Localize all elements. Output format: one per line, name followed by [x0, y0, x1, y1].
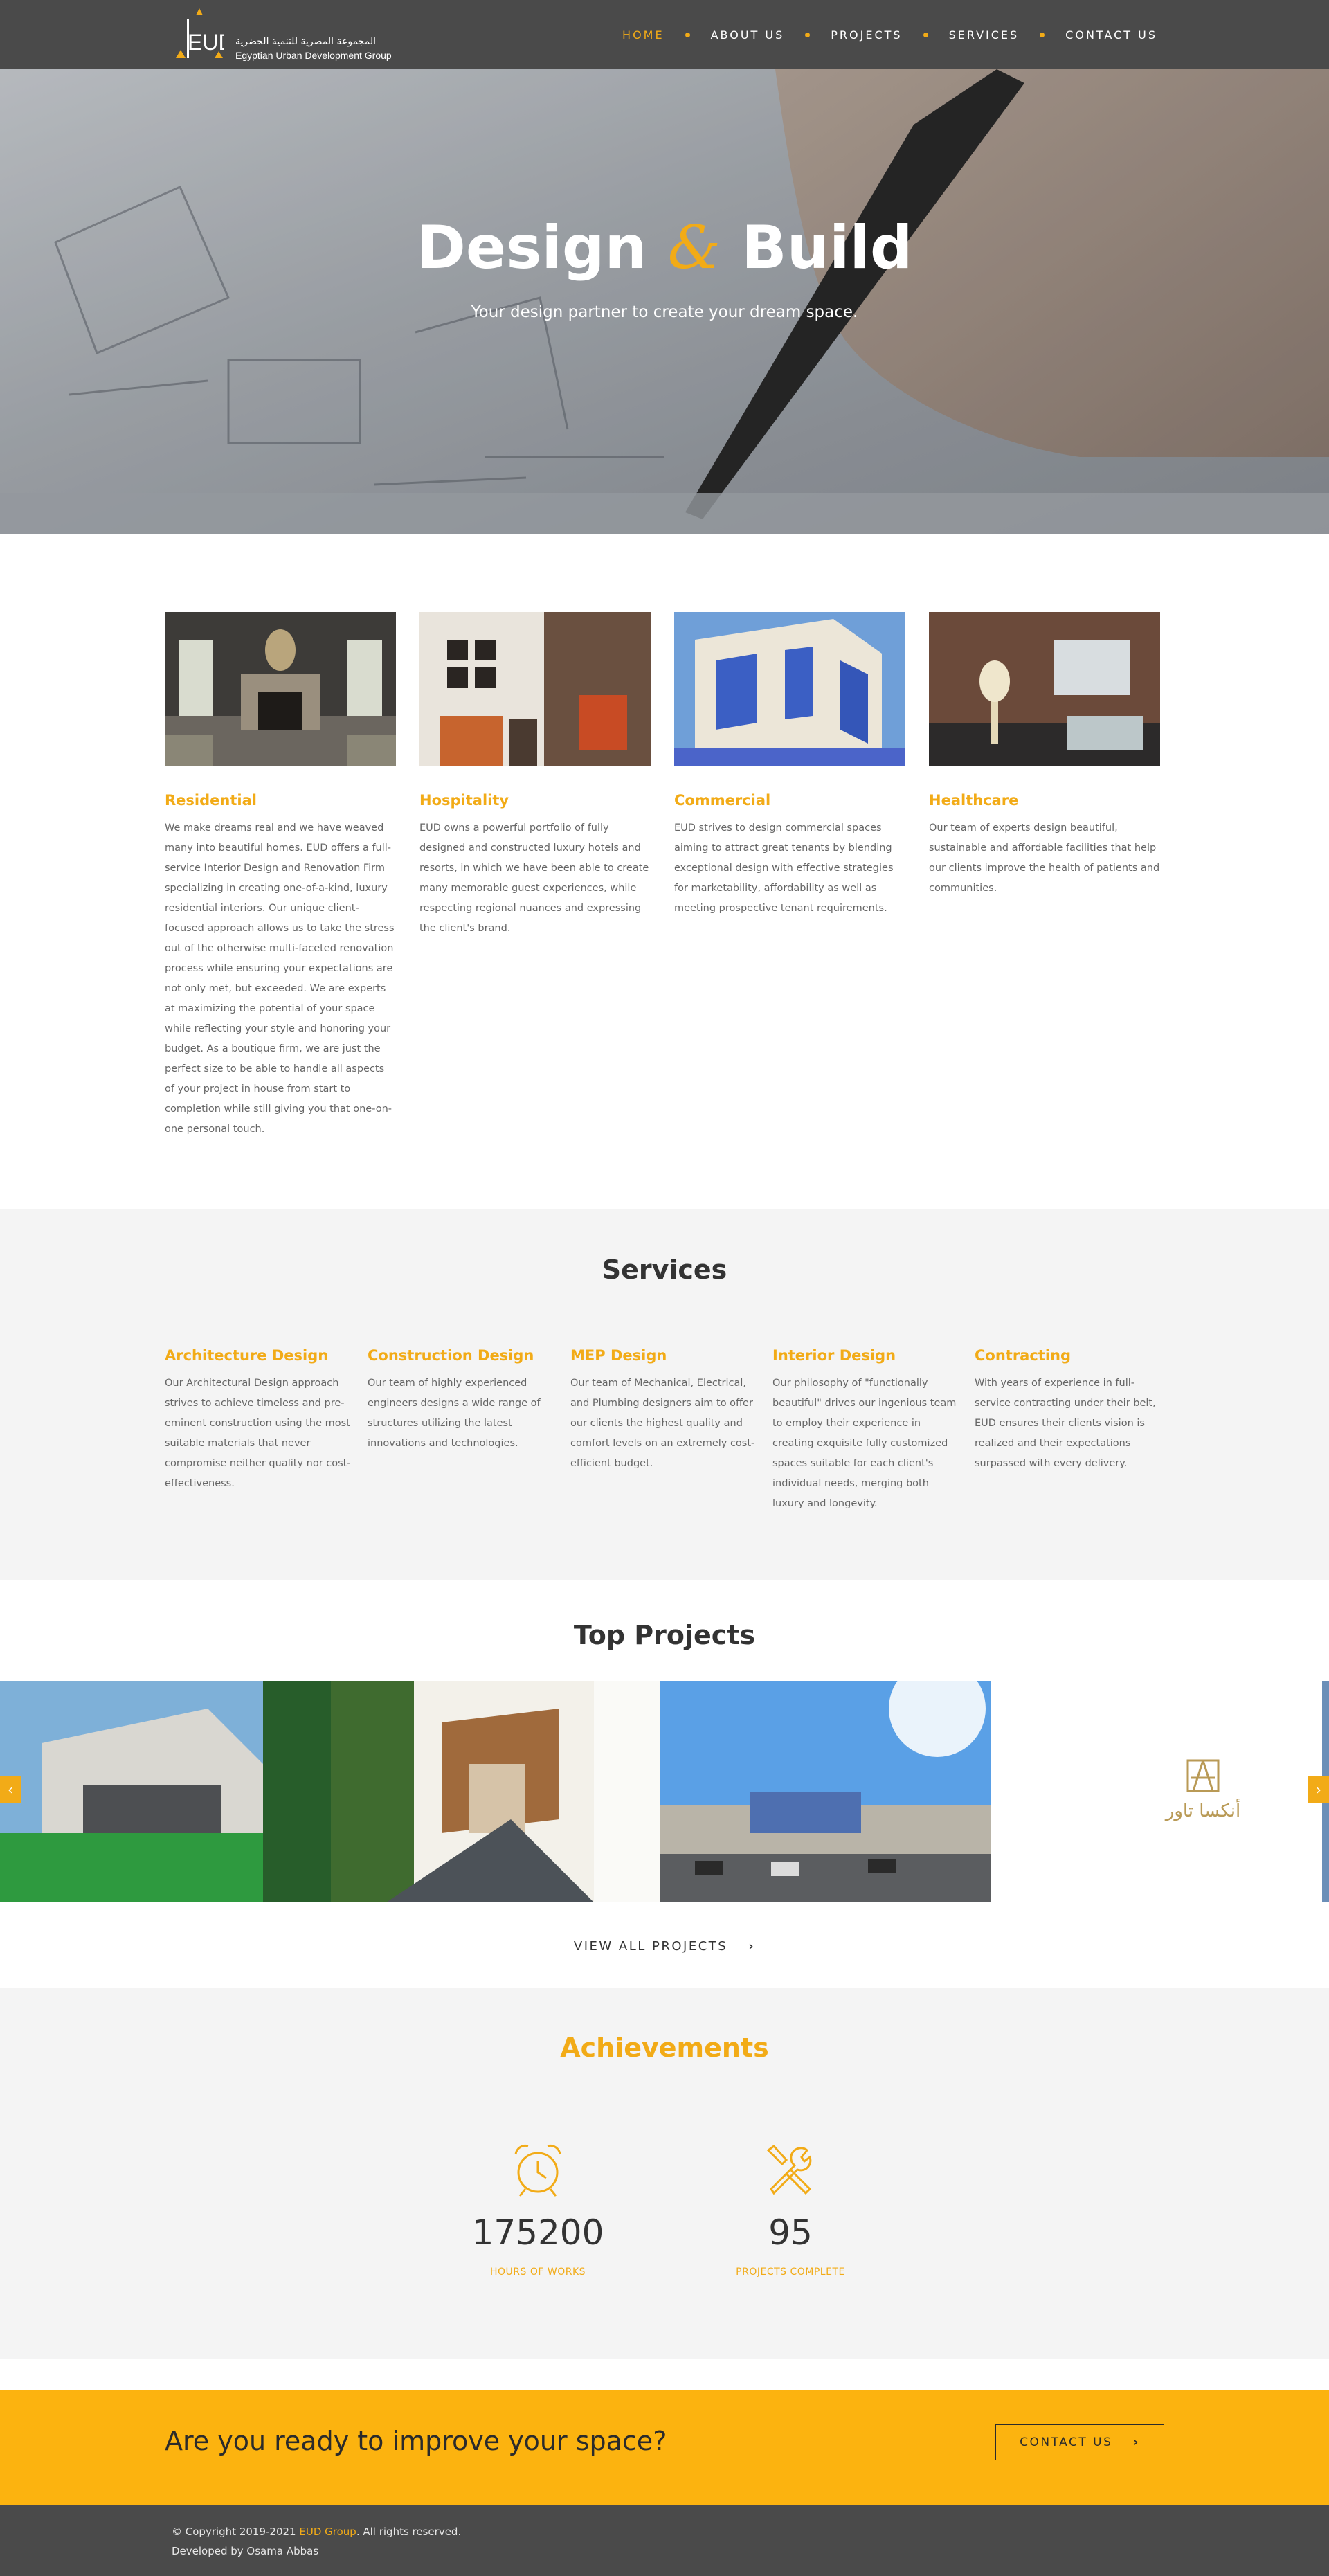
nav-separator-dot	[685, 32, 690, 37]
nav-contact-us[interactable]: CONTACT US	[1065, 28, 1157, 42]
category-title: Residential	[165, 792, 257, 809]
category-residential: Residential We make dreams real and we h…	[165, 612, 396, 1140]
category-text: EUD strives to design commercial spaces …	[674, 822, 894, 914]
stat-projects-complete: 95 PROJECTS COMPLETE	[700, 2141, 880, 2278]
brand-name-english: Egyptian Urban Development Group	[235, 50, 392, 61]
service-text: Our Architectural Design approach strive…	[165, 1378, 351, 1489]
nav-separator-dot	[923, 32, 928, 37]
hospitality-image	[419, 612, 651, 766]
service-title: Contracting	[975, 1347, 1072, 1364]
service-text: Our team of Mechanical, Electrical, and …	[570, 1378, 755, 1469]
view-all-projects-button[interactable]: VIEW ALL PROJECTS ›	[554, 1929, 775, 1963]
cta-text: Are you ready to improve your space?	[165, 2426, 667, 2456]
category-title: Hospitality	[419, 792, 509, 809]
contact-cta-banner: Are you ready to improve your space? CON…	[0, 2390, 1329, 2505]
nav-services[interactable]: SERVICES	[949, 28, 1020, 42]
carousel-next-button[interactable]: ›	[1308, 1776, 1329, 1803]
achievements-section: Achievements 175200 HOURS OF WORKS 95 PR…	[0, 1988, 1329, 2359]
category-title: Healthcare	[929, 792, 1019, 809]
service-title: MEP Design	[570, 1347, 667, 1364]
commercial-image	[674, 612, 905, 766]
anxa-tower-logo-text: أنكسا تاور	[1164, 1798, 1240, 1821]
logo-letters: EUD	[188, 30, 224, 55]
chevron-right-icon: ›	[1316, 1781, 1321, 1798]
hero-title: Design & Build	[0, 213, 1329, 282]
view-all-projects-label: VIEW ALL PROJECTS	[573, 1938, 728, 1954]
category-commercial: Commercial EUD strives to design commerc…	[674, 612, 905, 919]
copyright-text: © Copyright 2019-2021 EUD Group. All rig…	[172, 2525, 461, 2538]
nav-about-us[interactable]: ABOUT US	[711, 28, 785, 42]
site-logo[interactable]: EUD المجموعة المصرية للتنمية الحضرية Egy…	[172, 8, 392, 64]
category-text: We make dreams real and we have weaved m…	[165, 822, 395, 1135]
projects-carousel[interactable]: أنكسا تاور	[0, 1681, 1329, 1902]
nav-projects[interactable]: PROJECTS	[831, 28, 902, 42]
wrench-screwdriver-icon	[766, 2144, 812, 2195]
service-mep-design: MEP Design Our team of Mechanical, Elect…	[570, 1347, 761, 1474]
healthcare-image	[929, 612, 1160, 766]
copyright-suffix: . All rights reserved.	[356, 2525, 462, 2538]
category-text: EUD owns a powerful portfolio of fully d…	[419, 822, 649, 934]
hero-subtitle: Your design partner to create your dream…	[471, 303, 858, 321]
sector-categories: Residential We make dreams real and we h…	[165, 612, 1161, 1166]
project-slide[interactable]	[331, 1681, 660, 1902]
footer-brand-link[interactable]: EUD Group	[299, 2525, 356, 2538]
service-interior-design: Interior Design Our philosophy of "funct…	[772, 1347, 963, 1514]
hero-title-ampersand: &	[667, 213, 721, 282]
hero-title-build: Build	[741, 213, 913, 282]
category-hospitality: Hospitality EUD owns a powerful portfoli…	[419, 612, 651, 939]
chevron-right-icon: ›	[1133, 2435, 1140, 2449]
top-navbar: EUD المجموعة المصرية للتنمية الحضرية Egy…	[0, 0, 1329, 69]
service-text: With years of experience in full-service…	[975, 1378, 1156, 1469]
alarm-clock-icon	[514, 2144, 561, 2197]
stat-number: 95	[768, 2213, 813, 2253]
hero-background-drawing	[0, 69, 1329, 534]
nav-home[interactable]: HOME	[622, 28, 664, 42]
services-title: Services	[602, 1254, 727, 1285]
hero-banner: Design & Build Your design partner to cr…	[0, 69, 1329, 534]
developer-credit: Developed by Osama Abbas	[172, 2545, 319, 2557]
stat-label: PROJECTS COMPLETE	[736, 2267, 845, 2278]
project-slide[interactable]	[0, 1681, 331, 1902]
contact-us-label: CONTACT US	[1020, 2435, 1113, 2449]
service-construction-design: Construction Design Our team of highly e…	[368, 1347, 558, 1454]
project-slide[interactable]: أنكسا تاور	[991, 1681, 1322, 1902]
category-title: Commercial	[674, 792, 771, 809]
carousel-prev-button[interactable]: ‹	[0, 1776, 21, 1803]
brand-name-arabic: المجموعة المصرية للتنمية الحضرية	[235, 36, 376, 47]
nav-separator-dot	[1040, 32, 1045, 37]
copyright-prefix: © Copyright 2019-2021	[172, 2525, 300, 2538]
service-text: Our team of highly experienced engineers…	[368, 1378, 541, 1449]
chevron-left-icon: ‹	[8, 1781, 13, 1798]
projects-title: Top Projects	[573, 1620, 756, 1650]
contact-us-button[interactable]: CONTACT US ›	[995, 2424, 1164, 2460]
service-contracting: Contracting With years of experience in …	[975, 1347, 1165, 1474]
stat-hours-of-works: 175200 HOURS OF WORKS	[448, 2141, 628, 2278]
main-nav: HOME ABOUT US PROJECTS SERVICES CONTACT …	[622, 0, 1157, 69]
site-footer: © Copyright 2019-2021 EUD Group. All rig…	[0, 2505, 1329, 2576]
service-title: Interior Design	[772, 1347, 896, 1364]
project-slide[interactable]	[660, 1681, 991, 1902]
stat-number: 175200	[471, 2213, 604, 2253]
stat-label: HOURS OF WORKS	[489, 2267, 586, 2278]
category-healthcare: Healthcare Our team of experts design be…	[929, 612, 1160, 899]
service-title: Construction Design	[368, 1347, 534, 1364]
eud-logo-icon: EUD	[176, 8, 224, 58]
achievements-title: Achievements	[560, 2033, 769, 2063]
category-text: Our team of experts design beautiful, su…	[929, 822, 1160, 894]
residential-image	[165, 612, 396, 766]
service-architecture-design: Architecture Design Our Architectural De…	[165, 1347, 355, 1494]
nav-separator-dot	[805, 32, 811, 37]
service-text: Our philosophy of "functionally beautifu…	[772, 1378, 957, 1509]
chevron-right-icon: ›	[748, 1938, 756, 1954]
services-section: Services Architecture Design Our Archite…	[0, 1209, 1329, 1580]
hero-title-design: Design	[416, 213, 647, 282]
service-title: Architecture Design	[165, 1347, 329, 1364]
